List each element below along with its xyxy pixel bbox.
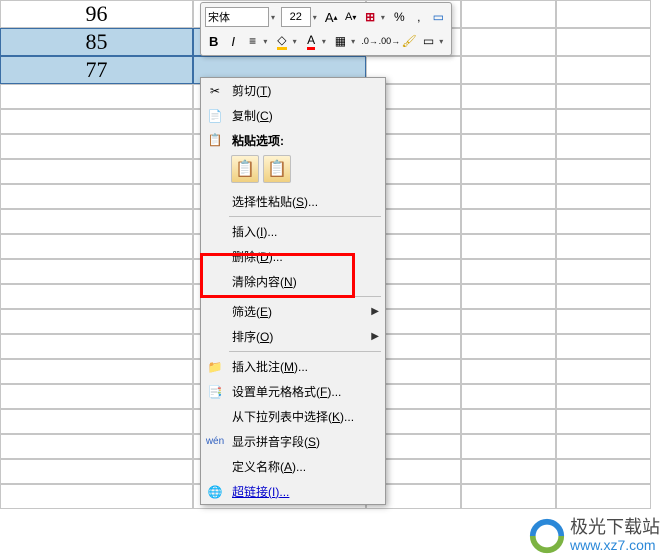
menu-clear-contents[interactable]: 清除内容(N) [201, 269, 385, 294]
menu-insert[interactable]: 插入(I)... [201, 219, 385, 244]
format-icon: 📑 [204, 381, 226, 403]
menu-insert-comment[interactable]: 📁 插入批注(M)... [201, 354, 385, 379]
bold-button[interactable]: B [205, 31, 222, 51]
font-name-input[interactable] [205, 7, 269, 27]
cell[interactable]: 85 [0, 28, 193, 56]
menu-label: 复制(C) [232, 107, 379, 124]
chevron-down-icon[interactable]: ▾ [351, 37, 359, 46]
chevron-down-icon[interactable]: ▾ [322, 37, 330, 46]
separator [229, 216, 381, 217]
chevron-down-icon[interactable]: ▾ [263, 37, 271, 46]
cell[interactable]: 96 [0, 0, 193, 28]
phonetic-icon: wén [204, 431, 226, 453]
mini-toolbar: ▾ ▾ A▴ A▾ ⊞ ▾ % , ▭ B I ≡ ▾ ◇ ▾ A ▾ ▦ ▾ … [200, 2, 452, 56]
font-size-input[interactable] [281, 7, 311, 27]
decrease-font-button[interactable]: A▾ [342, 7, 359, 27]
cell[interactable]: 77 [0, 56, 193, 84]
menu-label: 清除内容(N) [232, 273, 379, 290]
watermark-title: 极光下载站 [570, 518, 660, 538]
cell[interactable] [556, 56, 651, 84]
menu-label: 删除(D)... [232, 248, 379, 265]
menu-define-name[interactable]: 定义名称(A)... [201, 454, 385, 479]
separator [229, 296, 381, 297]
menu-label: 显示拼音字段(S) [232, 433, 379, 450]
watermark-url: www.xz7.com [570, 538, 660, 553]
menu-label: 剪切(T) [232, 82, 379, 99]
cell[interactable] [556, 0, 651, 28]
accounting-format-button[interactable]: ⊞ [361, 7, 378, 27]
format-painter-button[interactable]: 🖌 [400, 31, 417, 51]
logo-icon [528, 517, 566, 555]
chevron-down-icon[interactable]: ▾ [313, 13, 321, 22]
menu-label: 从下拉列表中选择(K)... [232, 408, 379, 425]
watermark: 极光下载站 www.xz7.com [528, 517, 660, 555]
cell[interactable] [461, 0, 556, 28]
menu-paste-special[interactable]: 选择性粘贴(S)... [201, 189, 385, 214]
chevron-right-icon: ▶ [371, 306, 379, 317]
menu-filter[interactable]: 筛选(E) ▶ [201, 299, 385, 324]
paste-option-default[interactable]: 📋 [231, 155, 259, 183]
decrease-decimal-button[interactable]: .00→ [380, 31, 398, 51]
chevron-down-icon[interactable]: ▾ [439, 37, 447, 46]
border-button[interactable]: ▦ [332, 31, 349, 51]
menu-label: 定义名称(A)... [232, 458, 379, 475]
paste-options: 📋 📋 [201, 152, 385, 189]
menu-delete[interactable]: 删除(D)... [201, 244, 385, 269]
scissors-icon: ✂ [204, 80, 226, 102]
increase-font-button[interactable]: A▴ [323, 7, 340, 27]
menu-label: 筛选(E) [232, 303, 371, 320]
cell[interactable] [556, 28, 651, 56]
menu-label: 插入批注(M)... [232, 358, 379, 375]
cell[interactable] [461, 28, 556, 56]
menu-label: 插入(I)... [232, 223, 379, 240]
menu-label: 设置单元格格式(F)... [232, 383, 379, 400]
percent-button[interactable]: % [391, 7, 408, 27]
menu-label: 超链接(I)... [232, 483, 379, 500]
font-color-button[interactable]: A [302, 31, 319, 51]
paste-icon: 📋 [204, 129, 226, 151]
copy-icon: 📄 [204, 105, 226, 127]
fill-color-button[interactable]: ◇ [273, 31, 290, 51]
menu-show-phonetic[interactable]: wén 显示拼音字段(S) [201, 429, 385, 454]
comma-button[interactable]: , [410, 7, 427, 27]
italic-button[interactable]: I [224, 31, 241, 51]
separator [229, 351, 381, 352]
chevron-right-icon: ▶ [371, 331, 379, 342]
menu-format-cells[interactable]: 📑 设置单元格格式(F)... [201, 379, 385, 404]
menu-label: 选择性粘贴(S)... [232, 193, 379, 210]
chevron-down-icon[interactable]: ▾ [293, 37, 301, 46]
menu-hyperlink[interactable]: 🌐 超链接(I)... [201, 479, 385, 504]
paste-option-values[interactable]: 📋 [263, 155, 291, 183]
menu-sort[interactable]: 排序(O) ▶ [201, 324, 385, 349]
cell[interactable] [461, 56, 556, 84]
increase-decimal-button[interactable]: .0→ [361, 31, 378, 51]
format-button[interactable]: ▭ [420, 31, 437, 51]
comment-icon: 📁 [204, 356, 226, 378]
context-menu: ✂ 剪切(T) 📄 复制(C) 📋 粘贴选项: 📋 📋 选择性粘贴(S)... … [200, 77, 386, 505]
menu-copy[interactable]: 📄 复制(C) [201, 103, 385, 128]
merge-cells-button[interactable]: ▭ [430, 7, 447, 27]
menu-pick-from-dropdown[interactable]: 从下拉列表中选择(K)... [201, 404, 385, 429]
paste-options-title: 📋 粘贴选项: [201, 128, 385, 152]
globe-icon: 🌐 [204, 481, 226, 503]
align-button[interactable]: ≡ [244, 31, 261, 51]
chevron-down-icon[interactable]: ▾ [271, 13, 279, 22]
chevron-down-icon[interactable]: ▾ [381, 13, 389, 22]
menu-label: 排序(O) [232, 328, 371, 345]
menu-cut[interactable]: ✂ 剪切(T) [201, 78, 385, 103]
